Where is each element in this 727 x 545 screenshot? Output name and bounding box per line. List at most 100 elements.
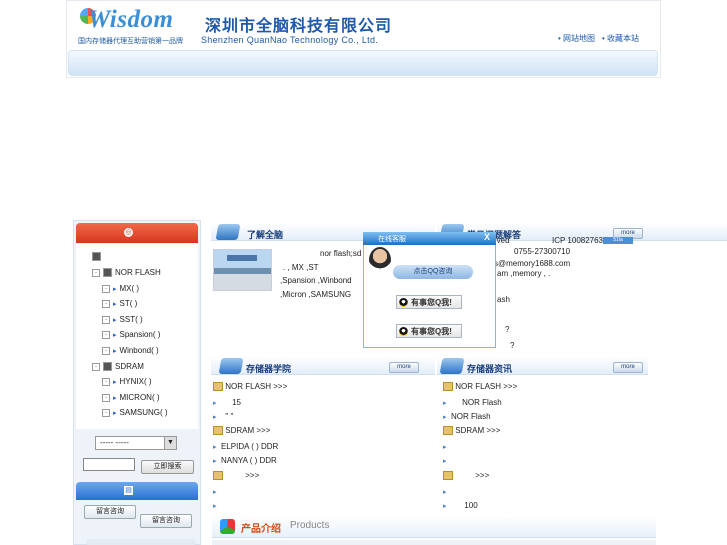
icp-number[interactable]: ICP 10082763 [552, 236, 603, 245]
leaf-icon: - [102, 299, 110, 308]
close-icon[interactable]: X [484, 232, 490, 242]
academy-item-9[interactable]: ▸ [213, 501, 217, 510]
faq-line-6[interactable]: ? [505, 325, 509, 334]
leaf-icon: - [102, 408, 110, 417]
arrow-icon: ▸ [113, 316, 117, 324]
news-title[interactable]: 存储器资讯 [467, 362, 512, 375]
folder-icon [103, 268, 112, 277]
leaf-icon: - [102, 377, 110, 386]
news-item-2[interactable]: ▸ NOR Flash [443, 398, 502, 407]
category-select[interactable]: ----- ----- ▼ [95, 436, 177, 450]
about-line-3: ,Spansion ,Winbond [280, 276, 352, 285]
stats-badge[interactable]: 51la [603, 237, 633, 244]
leaf-icon: - [102, 393, 110, 402]
chevron-down-icon[interactable]: ▼ [164, 437, 176, 449]
news-item-4[interactable]: SDRAM >>> [443, 426, 500, 436]
about-line-2: . , MX ,ST [283, 263, 319, 272]
tree-item-mx[interactable]: - ▸ MX( ) [102, 284, 139, 293]
tree-root[interactable] [92, 252, 104, 261]
tree-item-micron[interactable]: - ▸ MICRON( ) [102, 393, 160, 402]
about-line-1: nor flash;sd [320, 249, 362, 258]
tree-item-winbond[interactable]: - ▸ Winbond( ) [102, 346, 159, 355]
company-name-cn: 深圳市全脑科技有限公司 [205, 18, 393, 35]
bullet-icon: ▸ [443, 503, 447, 510]
academy-item-1[interactable]: NOR FLASH >>> [213, 382, 287, 392]
academy-item-8[interactable]: ▸ [213, 487, 217, 496]
agent-avatar [369, 247, 391, 273]
logo[interactable]: Wisdom [88, 6, 173, 34]
leaf-icon: - [102, 315, 110, 324]
academy-more-button[interactable]: more [389, 362, 419, 373]
academy-item-2[interactable]: ▸ 15 [213, 398, 241, 407]
tree-item-spansion[interactable]: - ▸ Spansion( ) [102, 330, 160, 339]
faq-line-4: am ,memory , . [497, 269, 551, 278]
academy-item-7[interactable]: >>> [213, 471, 259, 481]
news-more-button[interactable]: more [613, 362, 643, 373]
bookmark-link[interactable]: • 收藏本站 [602, 33, 639, 44]
news-item-6[interactable]: ▸ [443, 456, 447, 465]
arrow-icon: ▸ [113, 409, 117, 417]
arrow-icon: ▸ [113, 347, 117, 355]
leaf-icon: - [102, 330, 110, 339]
news-item-7[interactable]: >>> [443, 471, 489, 481]
message-button-1[interactable]: 留言咨询 [84, 505, 136, 519]
tree-item-samsung[interactable]: - ▸ SAMSUNG( ) [102, 408, 168, 417]
folder-icon [213, 471, 223, 481]
qq-button-2[interactable]: 有事您Q我! [396, 324, 462, 338]
academy-icon [218, 358, 244, 374]
academy-item-3[interactable]: ▸ " " [213, 412, 233, 421]
products-title-en: Products [290, 520, 330, 531]
message-button-2[interactable]: 留言咨询 [140, 514, 192, 528]
bullet-icon: ▸ [443, 444, 447, 451]
faq-line-2: 0755-27300710 [514, 247, 571, 256]
academy-item-6[interactable]: ▸ NANYA ( ) DDR [213, 456, 277, 465]
faq-line-3[interactable]: s@memory1688.com [494, 259, 570, 268]
folder-icon [443, 471, 453, 481]
category-icon: ◎ [124, 228, 133, 237]
news-item-1[interactable]: NOR FLASH >>> [443, 382, 517, 392]
company-name-en: Shenzhen QuanNao Technology Co., Ltd. [201, 35, 379, 45]
news-item-8[interactable]: ▸ [443, 487, 447, 496]
academy-title[interactable]: 存储器学院 [246, 362, 291, 375]
tree-item-hynix[interactable]: - ▸ HYNIX( ) [102, 377, 152, 386]
news-item-9[interactable]: ▸ 100 [443, 501, 478, 510]
news-icon [439, 358, 465, 374]
leaf-icon: - [102, 284, 110, 293]
news-item-5[interactable]: ▸ [443, 442, 447, 451]
faq-line-7[interactable]: ? [510, 341, 514, 350]
photo-logo [227, 255, 257, 261]
bullet-icon: ▸ [213, 503, 217, 510]
bullet-icon: ▸ [443, 458, 447, 465]
faq-line-1: rved [494, 236, 510, 245]
chat-title: 在线客服 [378, 236, 406, 243]
bullet-icon: ▸ [213, 414, 217, 421]
faq-line-5[interactable]: ash [497, 295, 510, 304]
folder-icon [443, 426, 453, 436]
search-button[interactable]: 立即搜索 [141, 460, 194, 474]
contact-icon: ▤ [124, 486, 133, 495]
academy-item-5[interactable]: ▸ ELPIDA ( ) DDR [213, 442, 278, 451]
collapse-icon[interactable]: - [92, 268, 100, 277]
bullet-icon: ▸ [213, 489, 217, 496]
bullet-icon: ▸ [213, 400, 217, 407]
bullet-icon: ▸ [443, 400, 447, 407]
arrow-icon: ▸ [113, 300, 117, 308]
arrow-icon: ▸ [113, 378, 117, 386]
products-title[interactable]: 产品介绍 [241, 520, 281, 535]
products-icon [220, 519, 235, 534]
tree-item-sst[interactable]: - ▸ SST( ) [102, 315, 143, 324]
academy-item-4[interactable]: SDRAM >>> [213, 426, 270, 436]
search-input[interactable] [83, 458, 135, 471]
tree-item-sdram[interactable]: - SDRAM [92, 362, 144, 371]
sitemap-link[interactable]: • 网站地图 [558, 33, 595, 44]
qq-consult-banner[interactable]: 点击QQ咨询 [393, 265, 473, 279]
news-item-3[interactable]: ▸ NOR Flash [443, 412, 491, 421]
nav-bar [68, 50, 658, 76]
tree-item-st[interactable]: - ▸ ST( ) [102, 299, 137, 308]
bullet-icon: ▸ [443, 489, 447, 496]
folder-icon [443, 382, 453, 392]
tree-item-nor-flash[interactable]: - NOR FLASH [92, 268, 161, 277]
about-title[interactable]: 了解全脑 [247, 228, 283, 241]
qq-button-1[interactable]: 有事您Q我! [396, 295, 462, 309]
collapse-icon[interactable]: - [92, 362, 100, 371]
